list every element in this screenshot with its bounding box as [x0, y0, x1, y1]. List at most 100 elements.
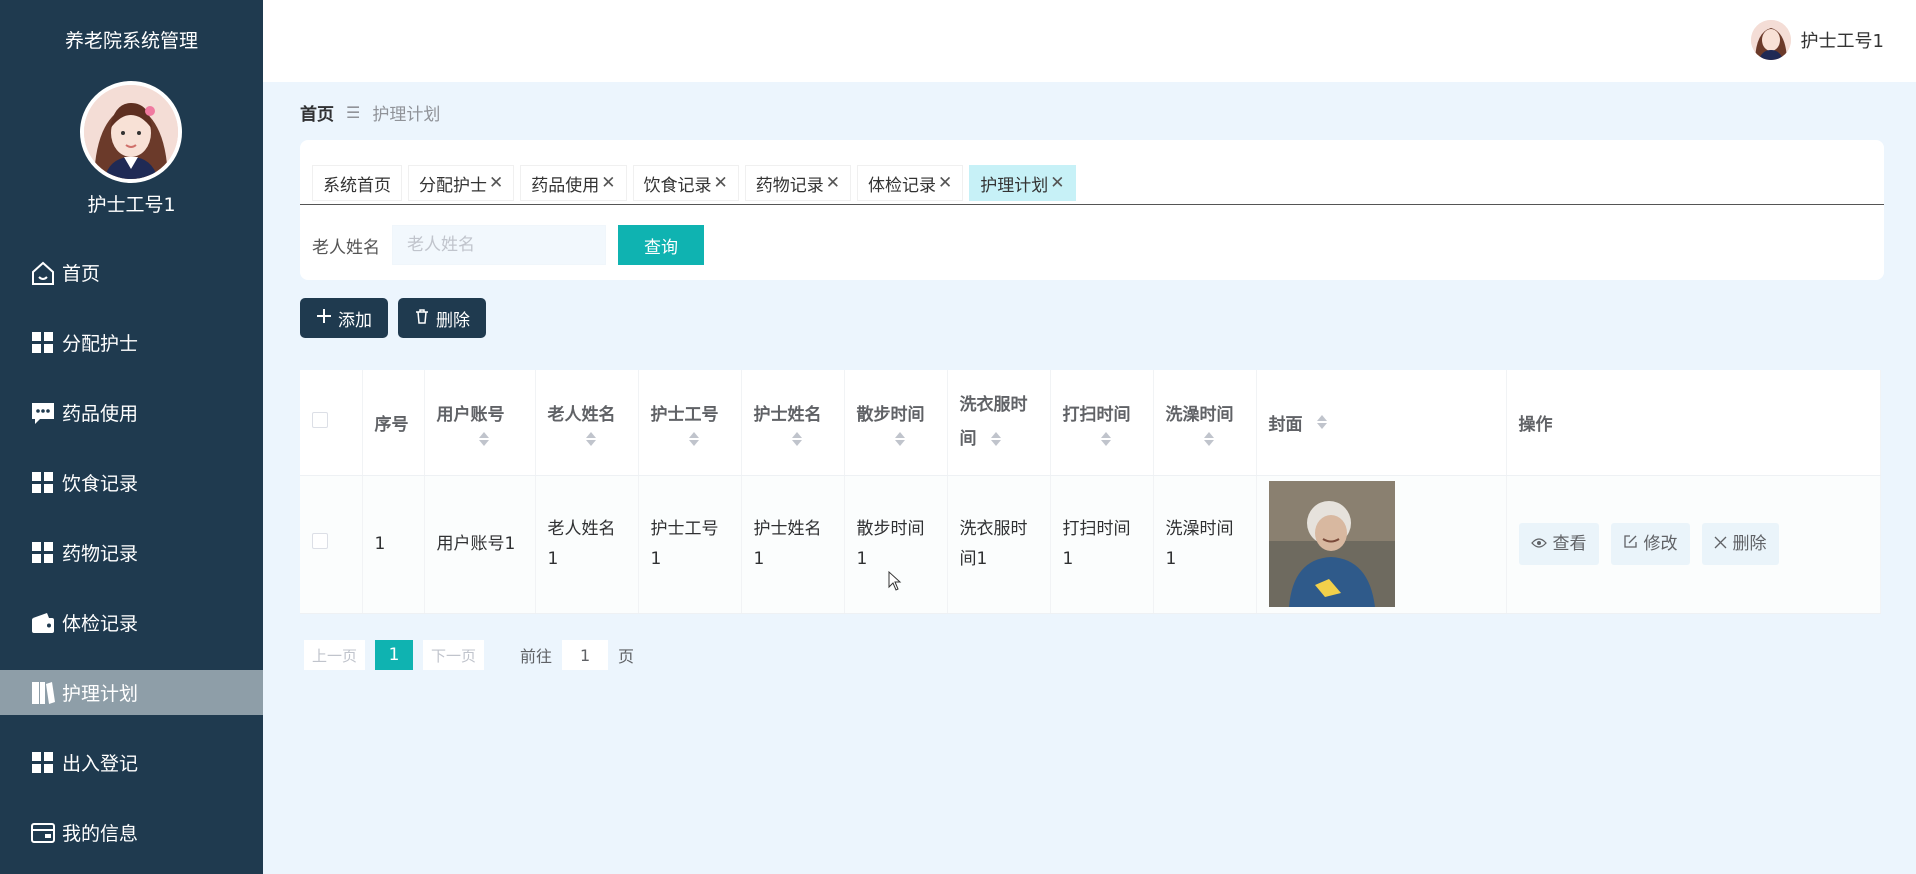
close-icon[interactable]: ✕ — [601, 173, 615, 193]
col-nurse-no[interactable]: 护士工号 — [638, 370, 742, 476]
goto-page-input[interactable]: 1 — [562, 640, 609, 670]
tab-assign-nurse[interactable]: 分配护士 ✕ — [408, 165, 515, 201]
close-icon[interactable]: ✕ — [826, 173, 840, 193]
close-icon[interactable]: ✕ — [714, 173, 728, 193]
col-cleaning-time[interactable]: 打扫时间 — [1050, 370, 1154, 476]
sidebar-item-care-plan[interactable]: 护理计划 — [0, 670, 263, 715]
sidebar-item-label: 护理计划 — [62, 683, 139, 705]
sidebar-item-medicine-use[interactable]: 药品使用 — [0, 390, 263, 435]
next-page-button[interactable]: 下一页 — [423, 640, 485, 670]
row-delete-button-label: 删除 — [1732, 534, 1767, 554]
sort-icon[interactable] — [865, 432, 935, 447]
user-menu[interactable]: 护士工号1 — [1750, 20, 1884, 60]
col-laundry-time[interactable]: 洗衣服时间 — [947, 370, 1051, 476]
tab-diet-record[interactable]: 饮食记录 ✕ — [632, 165, 739, 201]
add-button[interactable]: 添加 — [300, 298, 388, 338]
col-account[interactable]: 用户账号 — [424, 370, 536, 476]
sidebar-item-label: 体检记录 — [62, 613, 139, 635]
sidebar-item-diet-record[interactable]: 饮食记录 — [0, 460, 263, 505]
close-icon — [1714, 529, 1727, 559]
chat-icon — [30, 400, 56, 426]
col-bath-time-label: 洗澡时间 — [1165, 405, 1234, 426]
cell-bath-time-line1: 洗澡时间 — [1165, 519, 1234, 539]
query-button[interactable]: 查询 — [618, 225, 704, 265]
breadcrumb-home[interactable]: 首页 — [300, 100, 334, 125]
col-cover[interactable]: 封面 — [1256, 370, 1507, 476]
sort-icon[interactable] — [1071, 432, 1141, 447]
sidebar-username: 护士工号1 — [87, 194, 176, 216]
tab-bar: 系统首页 分配护士 ✕ 药品使用 ✕ 饮食记录 ✕ 药物记录 ✕ 体检记录 ✕ 护理计划 ✕ — [312, 165, 1076, 201]
tab-label: 药物记录 — [755, 175, 824, 196]
sort-icon[interactable] — [445, 432, 523, 447]
tab-label: 饮食记录 — [643, 175, 712, 196]
edit-button[interactable]: 修改 — [1610, 523, 1690, 565]
sidebar-item-drug-record[interactable]: 药物记录 — [0, 530, 263, 575]
add-button-label: 添加 — [338, 310, 372, 331]
page-number-current[interactable]: 1 — [375, 640, 414, 670]
sort-icon[interactable] — [1174, 432, 1244, 447]
sort-icon[interactable] — [762, 432, 832, 447]
tab-checkup-record[interactable]: 体检记录 ✕ — [857, 165, 964, 201]
cell-cleaning-time-line1: 打扫时间 — [1062, 519, 1131, 539]
cell-nurse-name: 护士姓名 1 — [741, 475, 845, 614]
goto-label: 前往 — [520, 647, 553, 666]
plus-icon — [316, 308, 332, 329]
cell-walk-time-line1: 散步时间 — [856, 519, 925, 539]
cell-nurse-name-line2: 1 — [753, 549, 765, 569]
sidebar-item-entry-exit[interactable]: 出入登记 — [0, 740, 263, 785]
sidebar-item-home[interactable]: 首页 — [0, 250, 263, 295]
col-laundry-time-label: 洗衣服时 — [959, 395, 1028, 416]
delete-button[interactable]: 删除 — [398, 298, 486, 338]
main-content: 护士工号1 首页 ☰ 护理计划 系统首页 分配护士 ✕ 药品使用 ✕ 饮食记录 ✕ 药… — [263, 0, 1916, 874]
cell-cover — [1256, 475, 1507, 614]
tab-divider — [300, 204, 1884, 205]
sidebar-item-my-info[interactable]: 我的信息 — [0, 810, 263, 855]
col-nurse-name[interactable]: 护士姓名 — [741, 370, 845, 476]
col-elder-name[interactable]: 老人姓名 — [535, 370, 639, 476]
sidebar-item-assign-nurse[interactable]: 分配护士 — [0, 320, 263, 365]
tab-care-plan[interactable]: 护理计划 ✕ — [969, 165, 1076, 201]
sort-icon[interactable] — [1316, 415, 1327, 430]
row-checkbox[interactable] — [312, 533, 328, 549]
tab-medicine-use[interactable]: 药品使用 ✕ — [520, 165, 627, 201]
row-actions: 查看 修改 删除 — [1518, 523, 1869, 565]
col-bath-time[interactable]: 洗澡时间 — [1153, 370, 1257, 476]
cover-image — [1268, 481, 1395, 607]
cell-nurse-no: 护士工号 1 — [638, 475, 742, 614]
col-cover-label: 封面 — [1268, 414, 1303, 435]
cell-walk-time-line2: 1 — [856, 549, 868, 569]
eye-icon — [1530, 529, 1547, 559]
close-icon[interactable]: ✕ — [1050, 173, 1064, 193]
close-icon[interactable]: ✕ — [938, 173, 952, 193]
data-table: 序号 用户账号 老人姓名 护士工号 护士姓名 散步时间 洗衣服时间 打扫时间 洗… — [300, 370, 1881, 614]
view-button[interactable]: 查看 — [1518, 523, 1599, 565]
col-walk-time[interactable]: 散步时间 — [844, 370, 948, 476]
elder-name-input[interactable] — [392, 225, 606, 265]
tab-label: 体检记录 — [868, 175, 936, 196]
tab-label: 药品使用 — [531, 175, 600, 196]
tab-label: 分配护士 — [419, 175, 487, 196]
edit-icon — [1623, 529, 1638, 559]
close-icon[interactable]: ✕ — [489, 173, 503, 193]
row-delete-button[interactable]: 删除 — [1701, 523, 1779, 565]
cell-elder-name: 老人姓名 1 — [535, 475, 639, 614]
row-select-cell — [300, 475, 363, 614]
menu-lines-icon: ☰ — [346, 103, 361, 122]
sidebar-item-label: 药品使用 — [62, 403, 139, 425]
tab-system-home[interactable]: 系统首页 — [312, 165, 402, 201]
delete-button-label: 删除 — [436, 310, 470, 331]
sort-icon[interactable] — [659, 432, 729, 447]
table-header-row: 序号 用户账号 老人姓名 护士工号 护士姓名 散步时间 洗衣服时间 打扫时间 洗… — [300, 370, 1881, 476]
breadcrumb: 首页 ☰ 护理计划 — [300, 100, 440, 125]
app-root: 养老院系统管理 护士工号1 首页 分配护士 药品使用 饮食记录 药物记录 体检记… — [0, 0, 1916, 874]
table-row: 1 用户账号1 老人姓名 1 护士工号 1 护士姓名 1 散步时间 1 洗衣服时 间1 打… — [300, 475, 1881, 614]
sort-icon[interactable] — [990, 432, 1001, 447]
avatar — [1750, 20, 1791, 60]
col-nurse-name-label: 护士姓名 — [753, 405, 822, 426]
sidebar-item-checkup-record[interactable]: 体检记录 — [0, 600, 263, 645]
tab-drug-record[interactable]: 药物记录 ✕ — [744, 165, 851, 201]
sort-icon[interactable] — [556, 432, 626, 447]
select-all-checkbox[interactable] — [312, 411, 328, 428]
prev-page-button[interactable]: 上一页 — [304, 640, 366, 670]
action-bar: 添加 删除 — [300, 298, 486, 338]
